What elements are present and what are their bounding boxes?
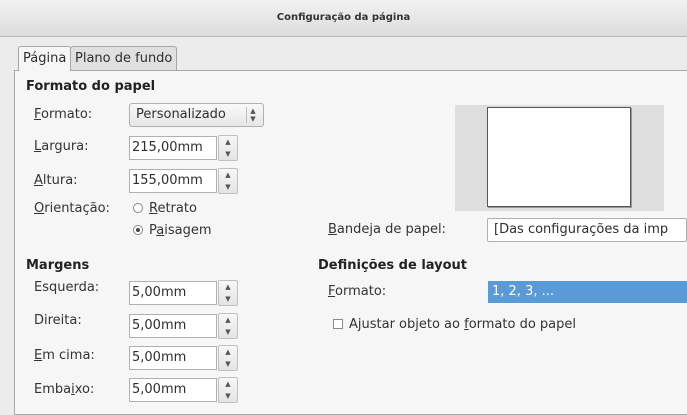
- orientation-portrait-radio[interactable]: Retrato: [133, 201, 197, 216]
- height-value: 155,00mm: [132, 173, 203, 188]
- window-title-bar: Configuração da página: [0, 0, 687, 37]
- layout-format-label: Formato:: [328, 284, 387, 299]
- page-preview: [487, 107, 631, 207]
- margin-left-value: 5,00mm: [132, 285, 187, 300]
- margin-top-value: 5,00mm: [132, 350, 187, 365]
- paper-format-select[interactable]: Personalizado ▲ ▼: [129, 103, 264, 127]
- layout-format-value: 1, 2, 3, ...: [492, 284, 555, 299]
- margin-left-stepper[interactable]: ▲ ▼: [218, 280, 238, 306]
- layout-settings-heading: Definições de layout: [318, 258, 468, 273]
- width-stepper[interactable]: ▲ ▼: [218, 135, 238, 161]
- format-label: Formato:: [34, 107, 93, 122]
- height-input[interactable]: 155,00mm: [129, 169, 217, 193]
- margin-top-label: Em cima:: [34, 348, 95, 363]
- tab-plano-de-fundo-label: Plano de fundo: [75, 51, 173, 66]
- paper-tray-select[interactable]: [Das configurações da imp: [487, 218, 687, 242]
- width-input[interactable]: 215,00mm: [129, 136, 217, 160]
- width-label: Largura:: [34, 139, 89, 154]
- layout-format-select[interactable]: 1, 2, 3, ...: [488, 281, 687, 303]
- paper-format-value: Personalizado: [136, 107, 226, 122]
- paper-format-heading: Formato do papel: [26, 79, 156, 94]
- window-title: Configuração da página: [276, 12, 411, 23]
- margin-bottom-stepper[interactable]: ▲ ▼: [218, 377, 238, 403]
- radio-landscape-icon: [133, 224, 143, 235]
- margin-left-label: Esquerda:: [34, 280, 100, 295]
- margin-right-input[interactable]: 5,00mm: [129, 314, 217, 338]
- margin-right-label: Direita:: [34, 313, 82, 328]
- margin-left-input[interactable]: 5,00mm: [129, 281, 217, 305]
- margins-heading: Margens: [26, 258, 90, 273]
- margin-top-input[interactable]: 5,00mm: [129, 346, 217, 370]
- combo-arrows-icon: ▲ ▼: [246, 107, 259, 123]
- margin-bottom-input[interactable]: 5,00mm: [129, 378, 217, 402]
- margin-right-stepper[interactable]: ▲ ▼: [218, 313, 238, 339]
- margin-bottom-label: Embaixo:: [34, 382, 95, 397]
- fit-to-paper-checkbox[interactable]: Ajustar objeto ao formato do papel: [333, 317, 576, 332]
- tab-plano-de-fundo[interactable]: Plano de fundo: [70, 46, 178, 70]
- height-label: Altura:: [34, 173, 78, 188]
- tab-pagina[interactable]: Página: [18, 46, 72, 71]
- orientation-label: Orientação:: [34, 201, 110, 216]
- paper-tray-label: Bandeja de papel:: [328, 222, 446, 237]
- paper-tray-value: [Das configurações da imp: [494, 222, 669, 237]
- checkbox-icon: [333, 318, 343, 329]
- width-value: 215,00mm: [132, 140, 203, 155]
- margin-top-stepper[interactable]: ▲ ▼: [218, 345, 238, 371]
- orientation-landscape-radio[interactable]: Paisagem: [133, 223, 212, 238]
- tab-pagina-label: Página: [23, 51, 67, 66]
- margin-bottom-value: 5,00mm: [132, 382, 187, 397]
- height-stepper[interactable]: ▲ ▼: [218, 168, 238, 194]
- radio-portrait-icon: [133, 202, 143, 213]
- margin-right-value: 5,00mm: [132, 318, 187, 333]
